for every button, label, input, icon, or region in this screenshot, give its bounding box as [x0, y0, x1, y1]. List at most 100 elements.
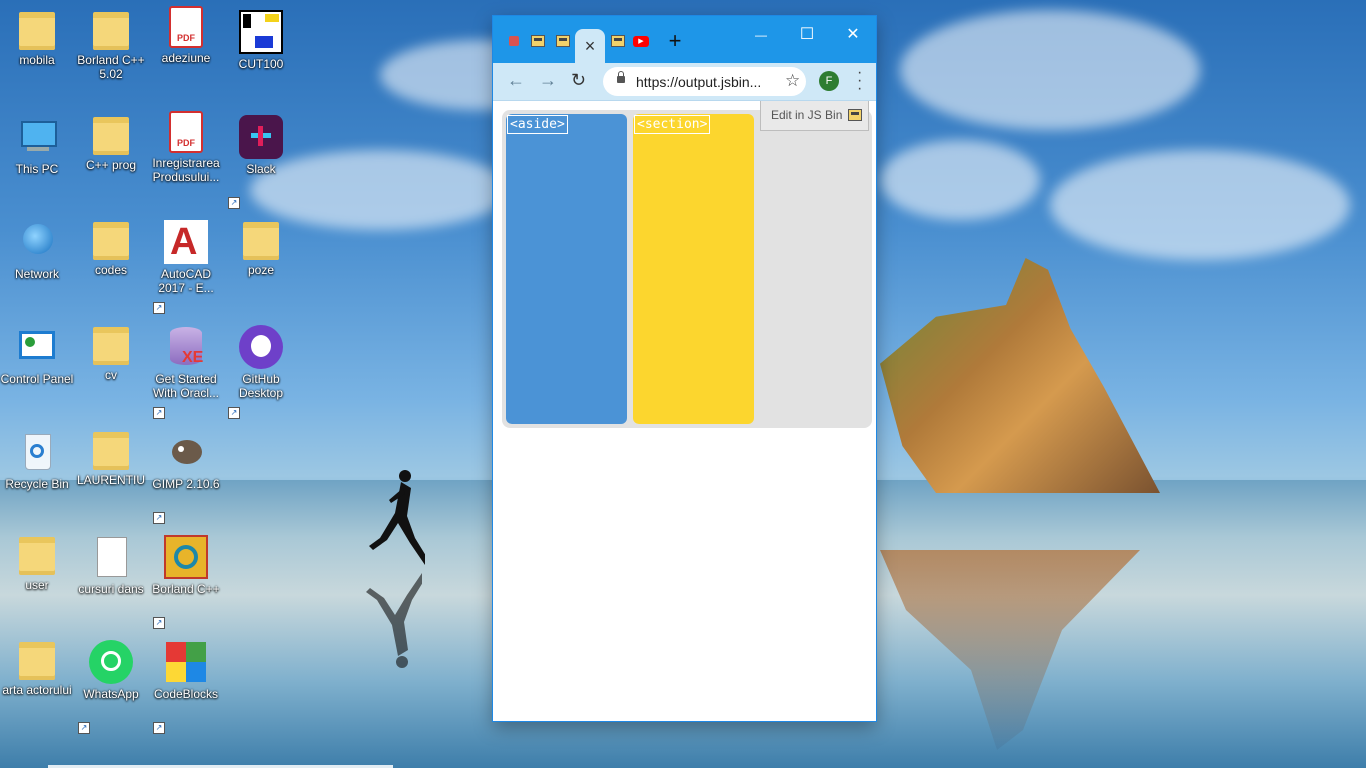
document-icon — [89, 535, 133, 579]
shortcut-arrow-icon: ↗ — [153, 722, 165, 734]
desktop-icon-cv[interactable]: cv — [74, 319, 148, 419]
back-arrow-icon[interactable]: ← — [507, 70, 525, 91]
cloud — [1050, 150, 1350, 260]
icon-label: C++ prog — [85, 158, 137, 172]
tab-jsbin-2[interactable] — [552, 30, 574, 52]
reload-icon[interactable]: ↻ — [571, 70, 586, 91]
desktop-icon-poze[interactable]: poze — [224, 214, 298, 314]
shortcut-arrow-icon: ↗ — [78, 722, 90, 734]
icon-label: user — [25, 578, 49, 592]
bookmark-star-icon[interactable]: ☆ — [785, 71, 800, 91]
browser-window: × ▶ + — ☐ ✕ ← → ↻ https://output.jsbin..… — [493, 16, 876, 721]
autocad-icon: A — [164, 220, 208, 264]
tab-jsbin-3[interactable] — [607, 30, 629, 52]
address-bar[interactable]: https://output.jsbin... ☆ — [603, 67, 806, 96]
desktop-icon-oracle[interactable]: XE ↗ Get Started With Oracl... — [149, 319, 223, 419]
cut100-icon — [239, 10, 283, 54]
browser-toolbar: ← → ↻ https://output.jsbin... ☆ F · · · — [493, 63, 876, 101]
folder-icon — [93, 117, 129, 155]
desktop-icon-gimp[interactable]: ↗ GIMP 2.10.6 — [149, 424, 223, 524]
icon-label: arta actorului — [2, 683, 72, 697]
edit-in-jsbin-button[interactable]: Edit in JS Bin — [760, 101, 869, 131]
section-box: <section> — [633, 114, 754, 424]
monitor-icon — [15, 115, 59, 159]
desktop-icon-laurentiu[interactable]: LAURENTIU — [74, 424, 148, 524]
icon-label: adeziune — [161, 51, 211, 65]
forward-arrow-icon[interactable]: → — [539, 70, 557, 91]
icon-label: poze — [247, 263, 275, 277]
desktop-icon-cpp-prog[interactable]: C++ prog — [74, 109, 148, 209]
tab-1[interactable] — [503, 30, 525, 52]
desktop-icon-network[interactable]: Network — [0, 214, 74, 314]
desktop-icon-codeblocks[interactable]: ↗ CodeBlocks — [149, 634, 223, 734]
folder-icon — [93, 222, 129, 260]
desktop-icon-inregistrarea[interactable]: PDF Inregistrarea Produsului... — [149, 109, 223, 209]
jsbin-logo-icon — [848, 109, 862, 121]
aside-box: <aside> — [506, 114, 627, 424]
tab-jsbin-1[interactable] — [527, 30, 549, 52]
shortcut-arrow-icon: ↗ — [228, 197, 240, 209]
network-icon — [15, 220, 59, 264]
folder-icon — [243, 222, 279, 260]
desktop-icon-this-pc[interactable]: This PC — [0, 109, 74, 209]
desktop-icon-autocad[interactable]: A ↗ AutoCAD 2017 - E... — [149, 214, 223, 314]
recycle-bin-icon — [15, 430, 59, 474]
tab-youtube[interactable]: ▶ — [630, 30, 652, 52]
desktop-icon-mobila[interactable]: mobila — [0, 4, 74, 104]
minimize-button[interactable]: — — [741, 22, 781, 48]
lock-icon — [617, 71, 625, 83]
icon-label: Network — [14, 267, 59, 281]
desktop-icon-recycle-bin[interactable]: Recycle Bin — [0, 424, 74, 524]
icon-label: GitHub Desktop — [238, 372, 284, 400]
desktop-icon-adeziune[interactable]: PDF adeziune — [149, 4, 223, 104]
plus-icon: + — [668, 28, 682, 53]
tab-active[interactable]: × — [575, 29, 605, 63]
folder-icon — [93, 12, 129, 50]
icon-label: cv — [105, 368, 117, 382]
desktop-icon-arta-actorului[interactable]: arta actorului — [0, 634, 74, 734]
desktop-icon-whatsapp[interactable]: ↗ WhatsApp — [74, 634, 148, 734]
user-folder-icon — [19, 537, 55, 575]
whatsapp-icon — [89, 640, 133, 684]
icon-label: Borland C++ 5.02 — [77, 53, 145, 81]
icon-label: cursuri dans — [78, 582, 144, 596]
icon-label: Slack — [246, 162, 276, 176]
icon-label: mobila — [19, 53, 55, 67]
desktop-icon-cursuri-dans[interactable]: cursuri dans — [74, 529, 148, 629]
shortcut-arrow-icon: ↗ — [153, 302, 165, 314]
close-button[interactable]: ✕ — [833, 22, 873, 48]
aside-tag-label: <aside> — [507, 115, 568, 134]
shortcut-arrow-icon: ↗ — [153, 617, 165, 629]
desktop-icon-codes[interactable]: codes — [74, 214, 148, 314]
icon-label: CUT100 — [238, 57, 284, 71]
profile-avatar[interactable]: F — [819, 71, 839, 91]
shortcut-arrow-icon: ↗ — [153, 407, 165, 419]
desktop-icon-user[interactable]: user — [0, 529, 74, 629]
icon-label: Recycle Bin — [5, 477, 69, 491]
jsbin-favicon-icon — [531, 35, 545, 47]
shortcut-arrow-icon: ↗ — [153, 512, 165, 524]
desktop-icon-cut100[interactable]: CUT100 — [224, 4, 298, 104]
kebab-menu-icon[interactable]: · · · — [857, 65, 863, 97]
icon-label: Get Started With Oracl... — [152, 372, 219, 400]
folder-icon — [93, 327, 129, 365]
youtube-favicon-icon: ▶ — [633, 35, 649, 47]
desktop-icon-github[interactable]: ↗ GitHub Desktop — [224, 319, 298, 419]
database-icon: XE — [164, 325, 208, 369]
desktop-icon-borland-502[interactable]: Borland C++ 5.02 — [74, 4, 148, 104]
icon-label: This PC — [15, 162, 59, 176]
icon-label: codes — [94, 263, 128, 277]
icon-label: CodeBlocks — [153, 687, 219, 701]
github-icon — [239, 325, 283, 369]
icon-label: Borland C++ — [152, 582, 220, 596]
desktop-icon-control-panel[interactable]: Control Panel — [0, 319, 74, 419]
tab-close-icon[interactable]: × — [585, 36, 596, 57]
desktop-icon-borland-cpp[interactable]: ↗ Borland C++ — [149, 529, 223, 629]
desktop-icon-slack[interactable]: ↗ Slack — [224, 109, 298, 209]
slack-icon — [239, 115, 283, 159]
new-tab-button[interactable]: + — [664, 28, 686, 53]
rock-arch — [880, 258, 1160, 493]
layout-container: <aside> <section> — [502, 110, 872, 428]
maximize-button[interactable]: ☐ — [787, 22, 827, 48]
edit-in-jsbin-label: Edit in JS Bin — [771, 108, 843, 122]
